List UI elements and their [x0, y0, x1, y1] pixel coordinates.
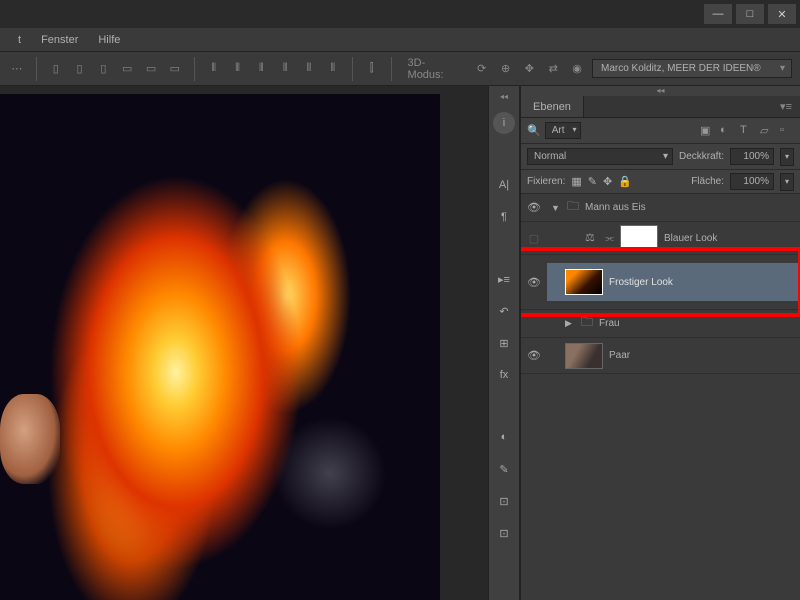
tab-ebenen[interactable]: Ebenen	[521, 96, 584, 117]
minimize-button[interactable]: —	[704, 4, 732, 24]
visibility-icon[interactable]: 👁	[527, 201, 541, 214]
panel-tabs: Ebenen ▾≡	[521, 96, 800, 118]
distribute-v-icon[interactable]: ⫴	[229, 60, 247, 78]
fill-input[interactable]: 100%	[730, 173, 774, 190]
layer-name: Frostiger Look	[609, 277, 673, 288]
fill-flyout-icon[interactable]: ▾	[780, 173, 794, 191]
distribute-icon-3[interactable]: ⫴	[300, 60, 318, 78]
opacity-label: Deckkraft:	[679, 151, 724, 162]
align-bottom-icon[interactable]: ▭	[166, 60, 184, 78]
menubar: t Fenster Hilfe	[0, 28, 800, 52]
group-expand-icon[interactable]: ▼	[551, 203, 561, 213]
layer-thumbnail[interactable]	[565, 343, 603, 369]
fill-label: Fläche:	[691, 176, 724, 187]
3d-camera-icon[interactable]: ◉	[568, 60, 586, 78]
brushes-panel-icon[interactable]: ✎	[493, 458, 515, 480]
mask-thumbnail[interactable]	[620, 225, 658, 251]
menu-item-hilfe[interactable]: Hilfe	[88, 34, 130, 46]
search-icon: 🔍	[527, 124, 541, 137]
align-middle-icon[interactable]: ▭	[142, 60, 160, 78]
filter-shape-icon[interactable]: ▱	[760, 124, 774, 138]
visibility-icon[interactable]: 👁	[527, 276, 541, 289]
visibility-off-icon[interactable]: ▢	[529, 232, 539, 245]
layer-name: Frau	[599, 318, 620, 329]
folder-icon: 🗀	[581, 313, 593, 334]
paragraph-panel-icon[interactable]: ¶	[493, 206, 515, 228]
info-panel-icon[interactable]: i	[493, 112, 515, 134]
folder-icon: 🗀	[567, 197, 579, 218]
align-left-icon[interactable]: ▯	[47, 60, 65, 78]
mode-label: 3D-Modus:	[402, 57, 467, 81]
actions-panel-icon[interactable]: ▸≡	[493, 268, 515, 290]
distribute-icon-4[interactable]: ⫴	[324, 60, 342, 78]
column-icon[interactable]: ⫿	[363, 60, 381, 78]
styles-panel-icon[interactable]: fx	[493, 364, 515, 386]
panel-menu-icon[interactable]: ▾≡	[772, 100, 800, 113]
align-right-icon[interactable]: ▯	[94, 60, 112, 78]
distribute-icon[interactable]: ⫴	[252, 60, 270, 78]
3d-slide-icon[interactable]: ⇄	[544, 60, 562, 78]
distribute-icon-2[interactable]: ⫴	[276, 60, 294, 78]
align-center-icon[interactable]: ▯	[71, 60, 89, 78]
lock-label: Fixieren:	[527, 176, 565, 187]
menu-item-fenster[interactable]: Fenster	[31, 34, 88, 46]
layer-name: Paar	[609, 350, 630, 361]
properties-panel-icon[interactable]: ⊡	[493, 490, 515, 512]
layers-list: 👁 ▼ 🗀 Mann aus Eis ▢ ⚖ ⫘ Blauer Look	[521, 194, 800, 600]
layer-group-row[interactable]: ▶ 🗀 Frau	[521, 310, 800, 338]
lock-fill-row: Fixieren: ▦ ✎ ✥ 🔒 Fläche: 100% ▾	[521, 170, 800, 194]
collapsed-panels-strip: ◂◂ i A| ¶ ▸≡ ↶ ⊞ fx ◐ ✎ ⊡ ⊡	[488, 86, 520, 600]
layer-filter-row: 🔍 Art ▣ ◐ T ▱ ▫	[521, 118, 800, 144]
filter-kind-dropdown[interactable]: Art	[545, 122, 582, 139]
adjustments-panel-icon[interactable]: ◐	[493, 426, 515, 448]
layer-group-row[interactable]: 👁 ▼ 🗀 Mann aus Eis	[521, 194, 800, 222]
filter-smart-icon[interactable]: ▫	[780, 124, 794, 138]
group-collapse-icon[interactable]: ▶	[565, 318, 575, 329]
distribute-h-icon[interactable]: ⫴	[205, 60, 223, 78]
lock-position-icon[interactable]: ✥	[603, 175, 612, 188]
user-dropdown[interactable]: Marco Kolditz, MEER DER IDEEN®	[592, 59, 792, 78]
visibility-icon[interactable]: 👁	[527, 349, 541, 362]
filter-adjustment-icon[interactable]: ◐	[720, 124, 734, 138]
history-panel-icon[interactable]: ↶	[493, 300, 515, 322]
layers-panel: ◂◂ Ebenen ▾≡ 🔍 Art ▣ ◐ T ▱ ▫ Normal Deck…	[520, 86, 800, 600]
filter-pixel-icon[interactable]: ▣	[700, 124, 714, 138]
layer-thumbnail[interactable]	[565, 269, 603, 295]
layer-adjustment-row[interactable]: ▢ ⚖ ⫘ Blauer Look	[521, 222, 800, 255]
opacity-flyout-icon[interactable]: ▾	[780, 148, 794, 166]
blend-opacity-row: Normal Deckkraft: 100% ▾	[521, 144, 800, 170]
layer-row-selected[interactable]: 👁 Frostiger Look	[521, 255, 800, 310]
canvas[interactable]	[0, 86, 488, 600]
blend-mode-dropdown[interactable]: Normal	[527, 148, 673, 165]
options-bar: ⋯ ▯ ▯ ▯ ▭ ▭ ▭ ⫴ ⫴ ⫴ ⫴ ⫴ ⫴ ⫿ 3D-Modus: ⟳ …	[0, 52, 800, 86]
filter-type-icon[interactable]: T	[740, 124, 754, 138]
navigator-panel-icon[interactable]: ⊡	[493, 522, 515, 544]
align-icon[interactable]: ⋯	[8, 60, 26, 78]
layer-row[interactable]: 👁 Paar	[521, 338, 800, 374]
layer-name: Mann aus Eis	[585, 202, 646, 213]
align-top-icon[interactable]: ▭	[118, 60, 136, 78]
titlebar: — □ ✕	[0, 0, 800, 28]
link-icon: ⫘	[605, 233, 614, 244]
layer-name: Blauer Look	[664, 233, 717, 244]
3d-orbit-icon[interactable]: ⟳	[473, 60, 491, 78]
3d-pan-icon[interactable]: ✥	[520, 60, 538, 78]
character-panel-icon[interactable]: A|	[493, 174, 515, 196]
collapse-arrows-icon[interactable]: ◂◂	[521, 86, 800, 96]
menu-item-partial[interactable]: t	[8, 34, 31, 46]
swatches-panel-icon[interactable]: ⊞	[493, 332, 515, 354]
close-button[interactable]: ✕	[768, 4, 796, 24]
3d-roll-icon[interactable]: ⊕	[497, 60, 515, 78]
lock-pixels-icon[interactable]: ✎	[588, 175, 597, 188]
balance-icon: ⚖	[585, 231, 599, 245]
document-image	[0, 94, 440, 600]
opacity-input[interactable]: 100%	[730, 148, 774, 165]
collapse-arrows-icon[interactable]: ◂◂	[500, 92, 508, 102]
lock-all-icon[interactable]: 🔒	[618, 175, 632, 188]
lock-transparency-icon[interactable]: ▦	[571, 175, 581, 188]
maximize-button[interactable]: □	[736, 4, 764, 24]
